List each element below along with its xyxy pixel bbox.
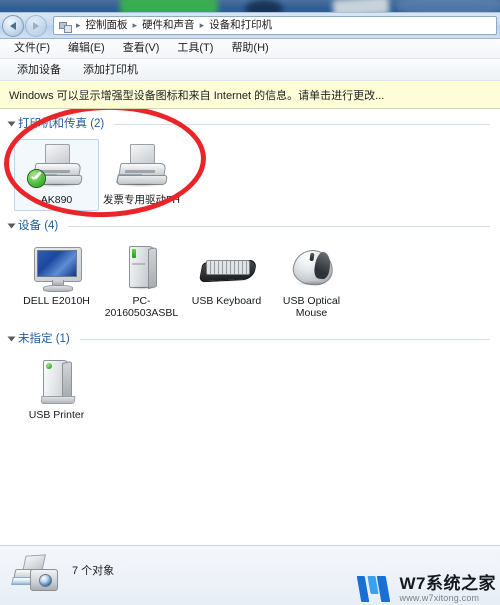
- group-printers-and-faxes: 打印机和传真 (2) AK890 发票专用驱动FH: [0, 115, 500, 211]
- group-divider: [114, 123, 490, 125]
- menu-item-tools[interactable]: 工具(T): [169, 40, 221, 57]
- device-item-fapiao-driver[interactable]: 发票专用驱动FH: [99, 139, 184, 211]
- device-items: DELL E2010H PC-20160503ASBL USB Keyboard…: [8, 235, 500, 324]
- green-check-icon: [26, 169, 46, 188]
- control-panel-icon: [58, 19, 72, 33]
- screenshot-root: ▸ 控制面板 ▸ 硬件和声音 ▸ 设备和打印机 文件(F) 编辑(E) 查看(V…: [0, 0, 500, 605]
- device-item-dell-e2010h[interactable]: DELL E2010H: [14, 241, 99, 324]
- device-label-dell-e2010h: DELL E2010H: [23, 295, 90, 307]
- w7-logo-icon: [356, 574, 395, 604]
- group-divider: [68, 225, 490, 227]
- group-divider: [79, 338, 490, 340]
- menu-item-help[interactable]: 帮助(H): [223, 40, 276, 57]
- watermark-url: www.w7xitong.com: [399, 593, 480, 603]
- command-toolbar: 添加设备 添加打印机: [0, 59, 500, 81]
- address-bar: ▸ 控制面板 ▸ 硬件和声音 ▸ 设备和打印机: [0, 13, 500, 39]
- add-device-button[interactable]: 添加设备: [8, 61, 70, 79]
- device-label-fapiao-driver: 发票专用驱动FH: [103, 194, 180, 206]
- group-header-unspecified[interactable]: 未指定 (1): [7, 330, 500, 348]
- devices-preview-icon: [6, 551, 68, 597]
- group-devices: 设备 (4) DELL E2010H PC-20160503ASBL USB K…: [0, 217, 500, 324]
- device-label-usb-optical-mouse: USB Optical Mouse: [282, 295, 341, 319]
- group-title-devices: 设备 (4): [18, 220, 59, 232]
- computer-tower-icon: [113, 245, 171, 293]
- printer-icon: [113, 143, 171, 191]
- breadcrumb-separator-1[interactable]: ▸: [130, 19, 141, 32]
- back-button[interactable]: [2, 14, 24, 37]
- status-bar: 7 个对象 W7系统之家 www.w7xitong.com: [0, 545, 500, 605]
- menu-bar: 文件(F) 编辑(E) 查看(V) 工具(T) 帮助(H): [0, 39, 500, 59]
- device-label-pc-20160503asbl: PC-20160503ASBL: [104, 295, 179, 319]
- collapse-triangle-icon[interactable]: [7, 336, 16, 342]
- watermark: W7系统之家 www.w7xitong.com: [356, 574, 497, 604]
- add-printer-button[interactable]: 添加打印机: [74, 61, 147, 79]
- breadcrumb[interactable]: ▸ 控制面板 ▸ 硬件和声音 ▸ 设备和打印机: [53, 16, 497, 35]
- group-unspecified: 未指定 (1) USB Printer: [0, 330, 500, 426]
- usb-printer-icon: [28, 358, 86, 406]
- forward-button[interactable]: [25, 14, 47, 37]
- unspecified-items: USB Printer: [8, 348, 500, 426]
- device-item-ak890[interactable]: AK890: [14, 139, 99, 211]
- mouse-icon: [283, 245, 341, 293]
- device-item-usb-printer[interactable]: USB Printer: [14, 354, 99, 426]
- breadcrumb-item-control-panel[interactable]: 控制面板: [84, 18, 130, 33]
- group-title-unspecified: 未指定 (1): [18, 333, 70, 345]
- back-arrow-icon: [10, 21, 16, 30]
- printer-icon: [26, 143, 86, 191]
- group-title-printers: 打印机和传真 (2): [18, 118, 105, 130]
- keyboard-icon: [198, 245, 257, 293]
- breadcrumb-item-hardware-and-sound[interactable]: 硬件和声音: [140, 18, 197, 33]
- device-label-ak890: AK890: [40, 194, 73, 206]
- device-label-usb-keyboard: USB Keyboard: [191, 295, 262, 307]
- explorer-window: ▸ 控制面板 ▸ 硬件和声音 ▸ 设备和打印机 文件(F) 编辑(E) 查看(V…: [0, 12, 500, 605]
- collapse-triangle-icon[interactable]: [7, 121, 16, 127]
- breadcrumb-separator-2[interactable]: ▸: [197, 19, 208, 32]
- watermark-texts: W7系统之家 www.w7xitong.com: [400, 575, 497, 603]
- monitor-icon: [28, 245, 86, 293]
- group-header-devices[interactable]: 设备 (4): [7, 217, 500, 235]
- device-item-usb-keyboard[interactable]: USB Keyboard: [184, 241, 269, 324]
- navigation-buttons: [2, 14, 47, 37]
- collapse-triangle-icon[interactable]: [7, 223, 16, 229]
- menu-item-edit[interactable]: 编辑(E): [60, 40, 113, 57]
- group-header-printers[interactable]: 打印机和传真 (2): [7, 115, 500, 133]
- device-item-usb-optical-mouse[interactable]: USB Optical Mouse: [269, 241, 354, 324]
- device-label-usb-printer: USB Printer: [28, 409, 85, 421]
- content-pane: 打印机和传真 (2) AK890 发票专用驱动FH 设备 (4) DELL E2…: [0, 109, 500, 545]
- status-bar-object-count: 7 个对象: [72, 565, 115, 577]
- menu-item-file[interactable]: 文件(F): [6, 40, 58, 57]
- printer-items: AK890 发票专用驱动FH: [8, 133, 500, 211]
- forward-arrow-icon: [33, 21, 39, 30]
- watermark-title: W7系统之家: [399, 574, 496, 593]
- information-bar[interactable]: Windows 可以显示增强型设备图标和来自 Internet 的信息。请单击进…: [0, 81, 500, 109]
- information-bar-text: Windows 可以显示增强型设备图标和来自 Internet 的信息。请单击进…: [9, 89, 385, 102]
- breadcrumb-item-devices-and-printers[interactable]: 设备和打印机: [207, 18, 274, 33]
- breadcrumb-separator-0[interactable]: ▸: [73, 19, 84, 32]
- menu-item-view[interactable]: 查看(V): [115, 40, 168, 57]
- device-item-pc-20160503asbl[interactable]: PC-20160503ASBL: [99, 241, 184, 324]
